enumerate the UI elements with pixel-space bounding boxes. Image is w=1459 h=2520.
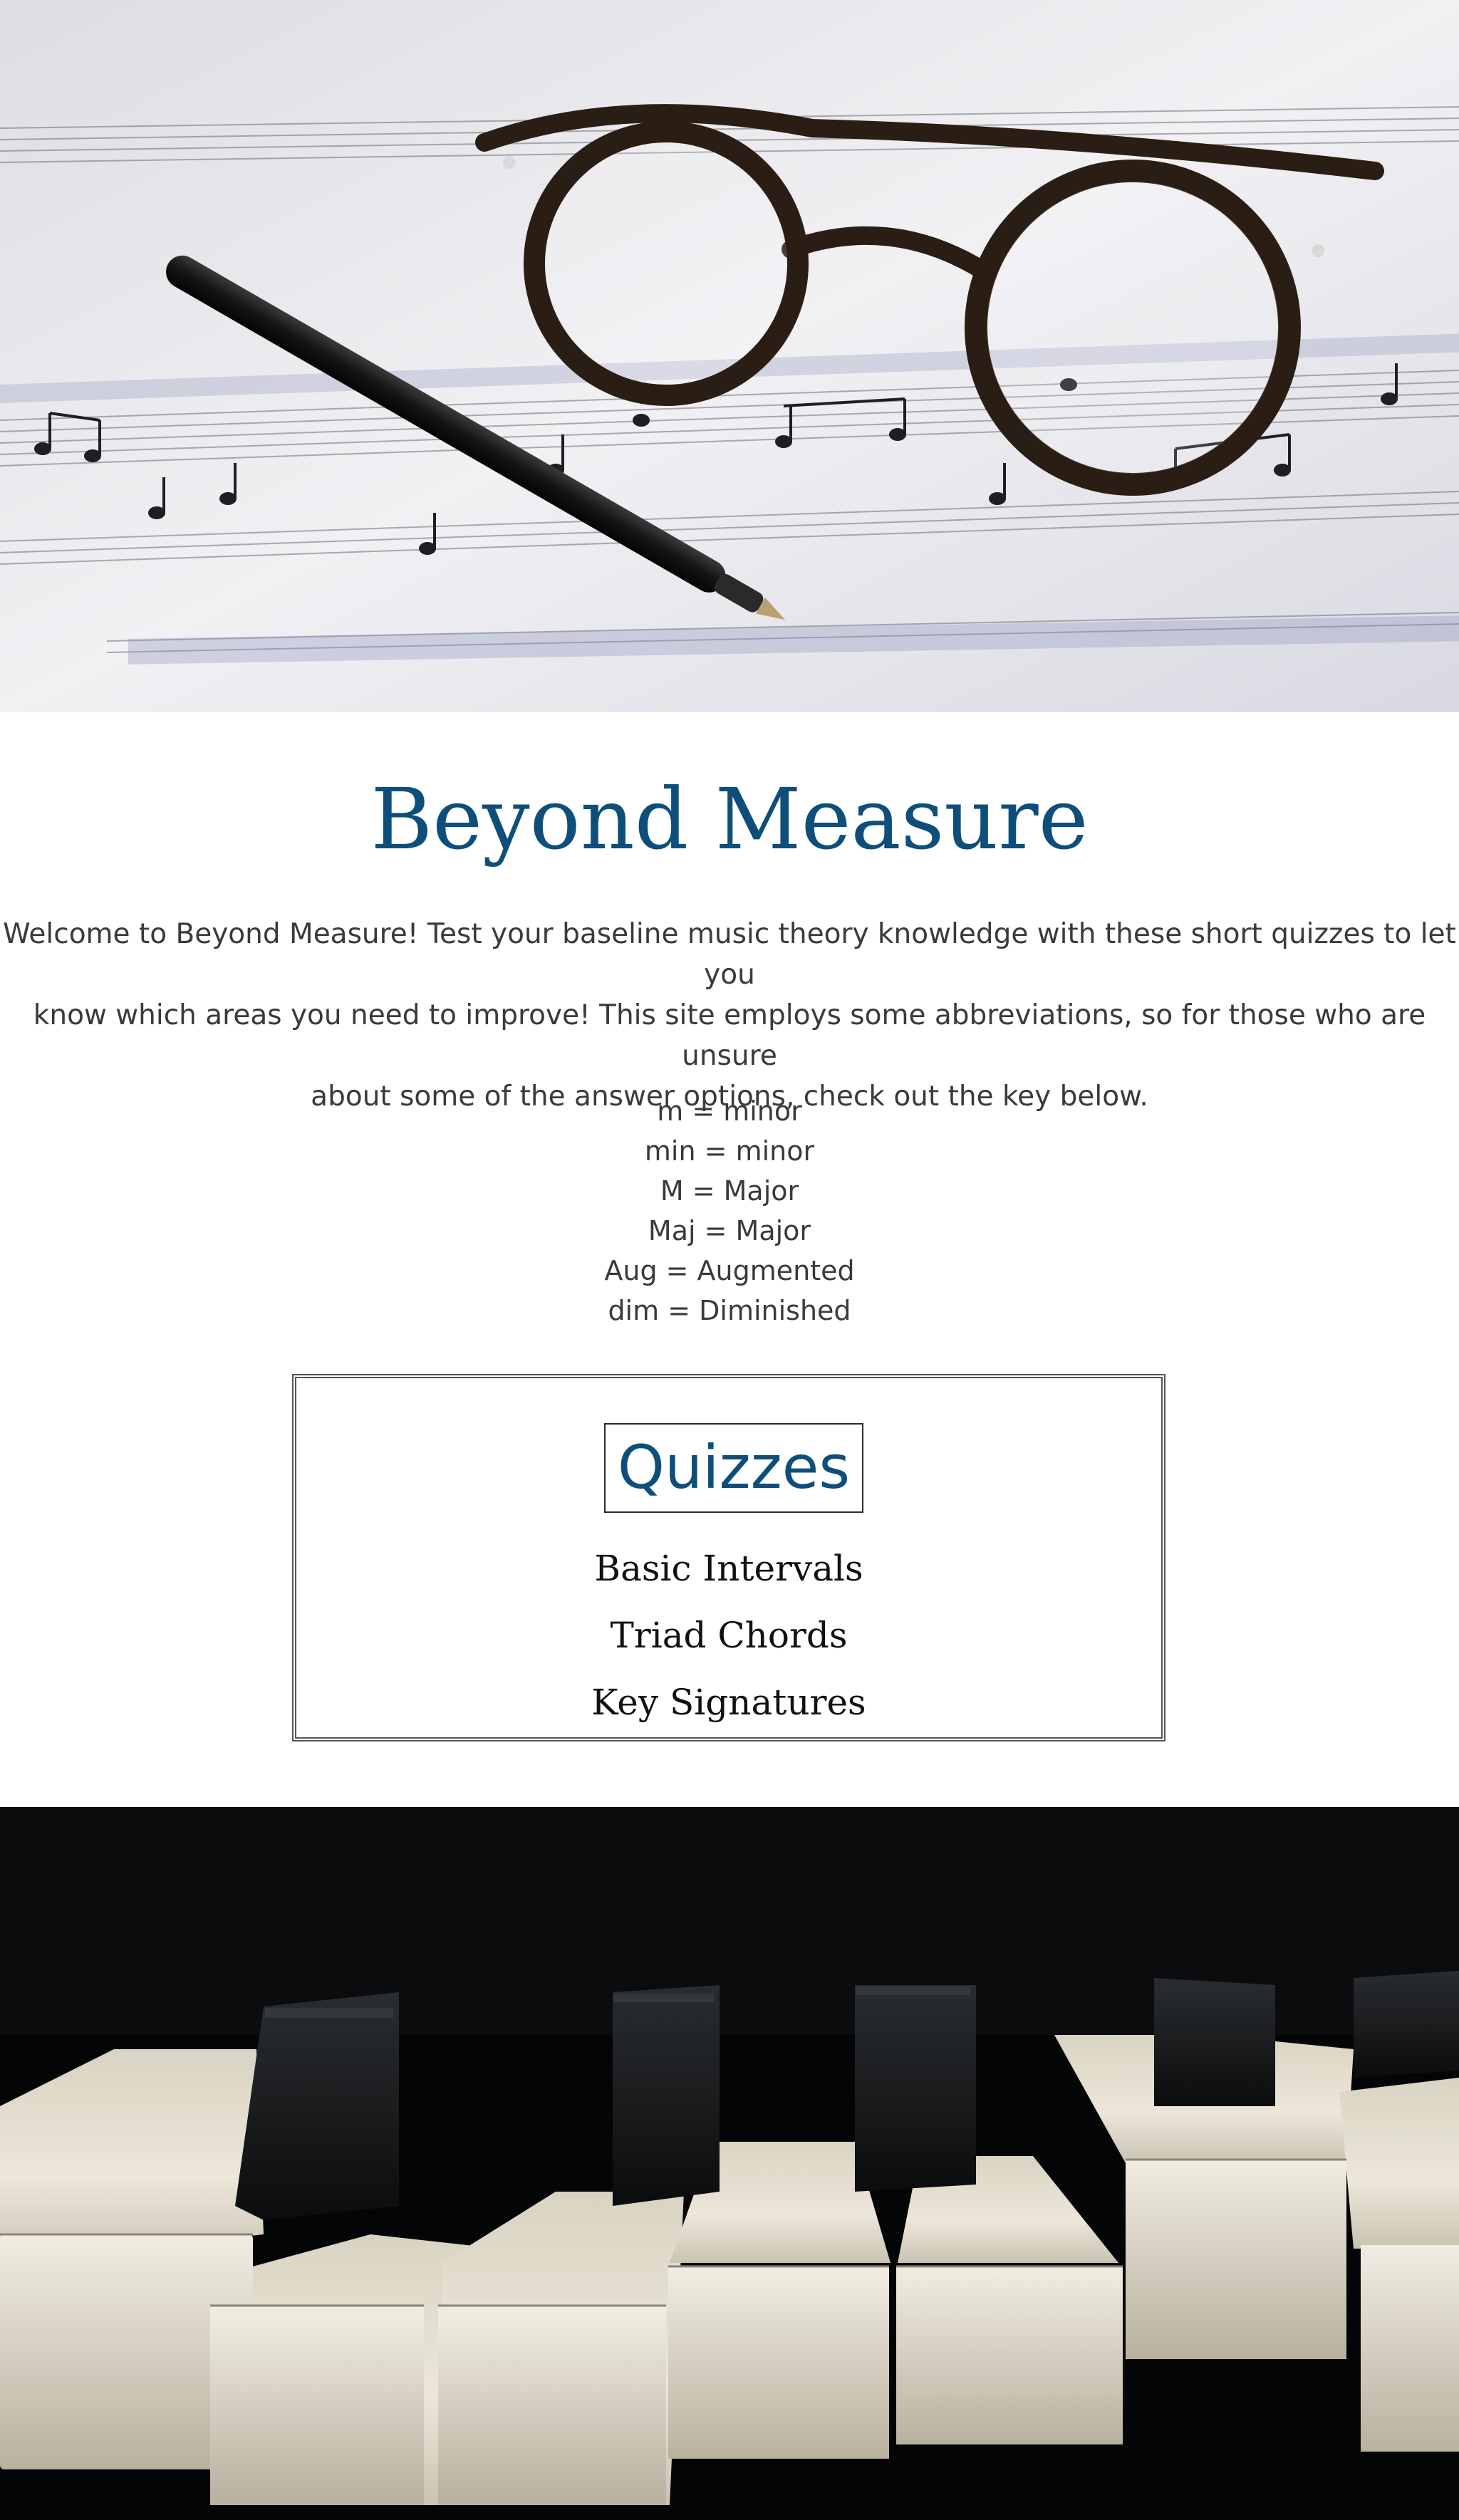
quizzes-panel: Quizzes Basic Intervals Triad Chords Key… <box>292 1374 1165 1741</box>
site-title: Beyond Measure <box>370 770 1089 868</box>
quiz-link-key-signatures[interactable]: Key Signatures <box>296 1677 1161 1727</box>
hero-image <box>0 0 1459 712</box>
intro-line-1: Welcome to Beyond Measure! Test your bas… <box>3 918 1456 991</box>
key-item: min = minor <box>644 1135 815 1167</box>
key-item: dim = Diminished <box>608 1295 851 1326</box>
key-item: Aug = Augmented <box>604 1255 855 1286</box>
footer-image <box>0 1807 1459 2520</box>
key-item: m = minor <box>657 1095 802 1127</box>
sheet-music-photo-icon <box>0 0 1459 712</box>
abbreviation-key: m = minor min = minor M = Major Maj = Ma… <box>0 1091 1459 1331</box>
quiz-link-triad-chords[interactable]: Triad Chords <box>296 1610 1161 1660</box>
key-item: Maj = Major <box>648 1215 811 1246</box>
intro-paragraph: Welcome to Beyond Measure! Test your bas… <box>0 914 1459 1117</box>
intro-line-2: know which areas you need to improve! Th… <box>33 999 1426 1072</box>
piano-keys-photo-icon <box>0 1807 1459 2520</box>
quiz-link-basic-intervals[interactable]: Basic Intervals <box>296 1543 1161 1593</box>
key-item: M = Major <box>660 1175 799 1207</box>
quizzes-heading: Quizzes <box>604 1423 863 1513</box>
